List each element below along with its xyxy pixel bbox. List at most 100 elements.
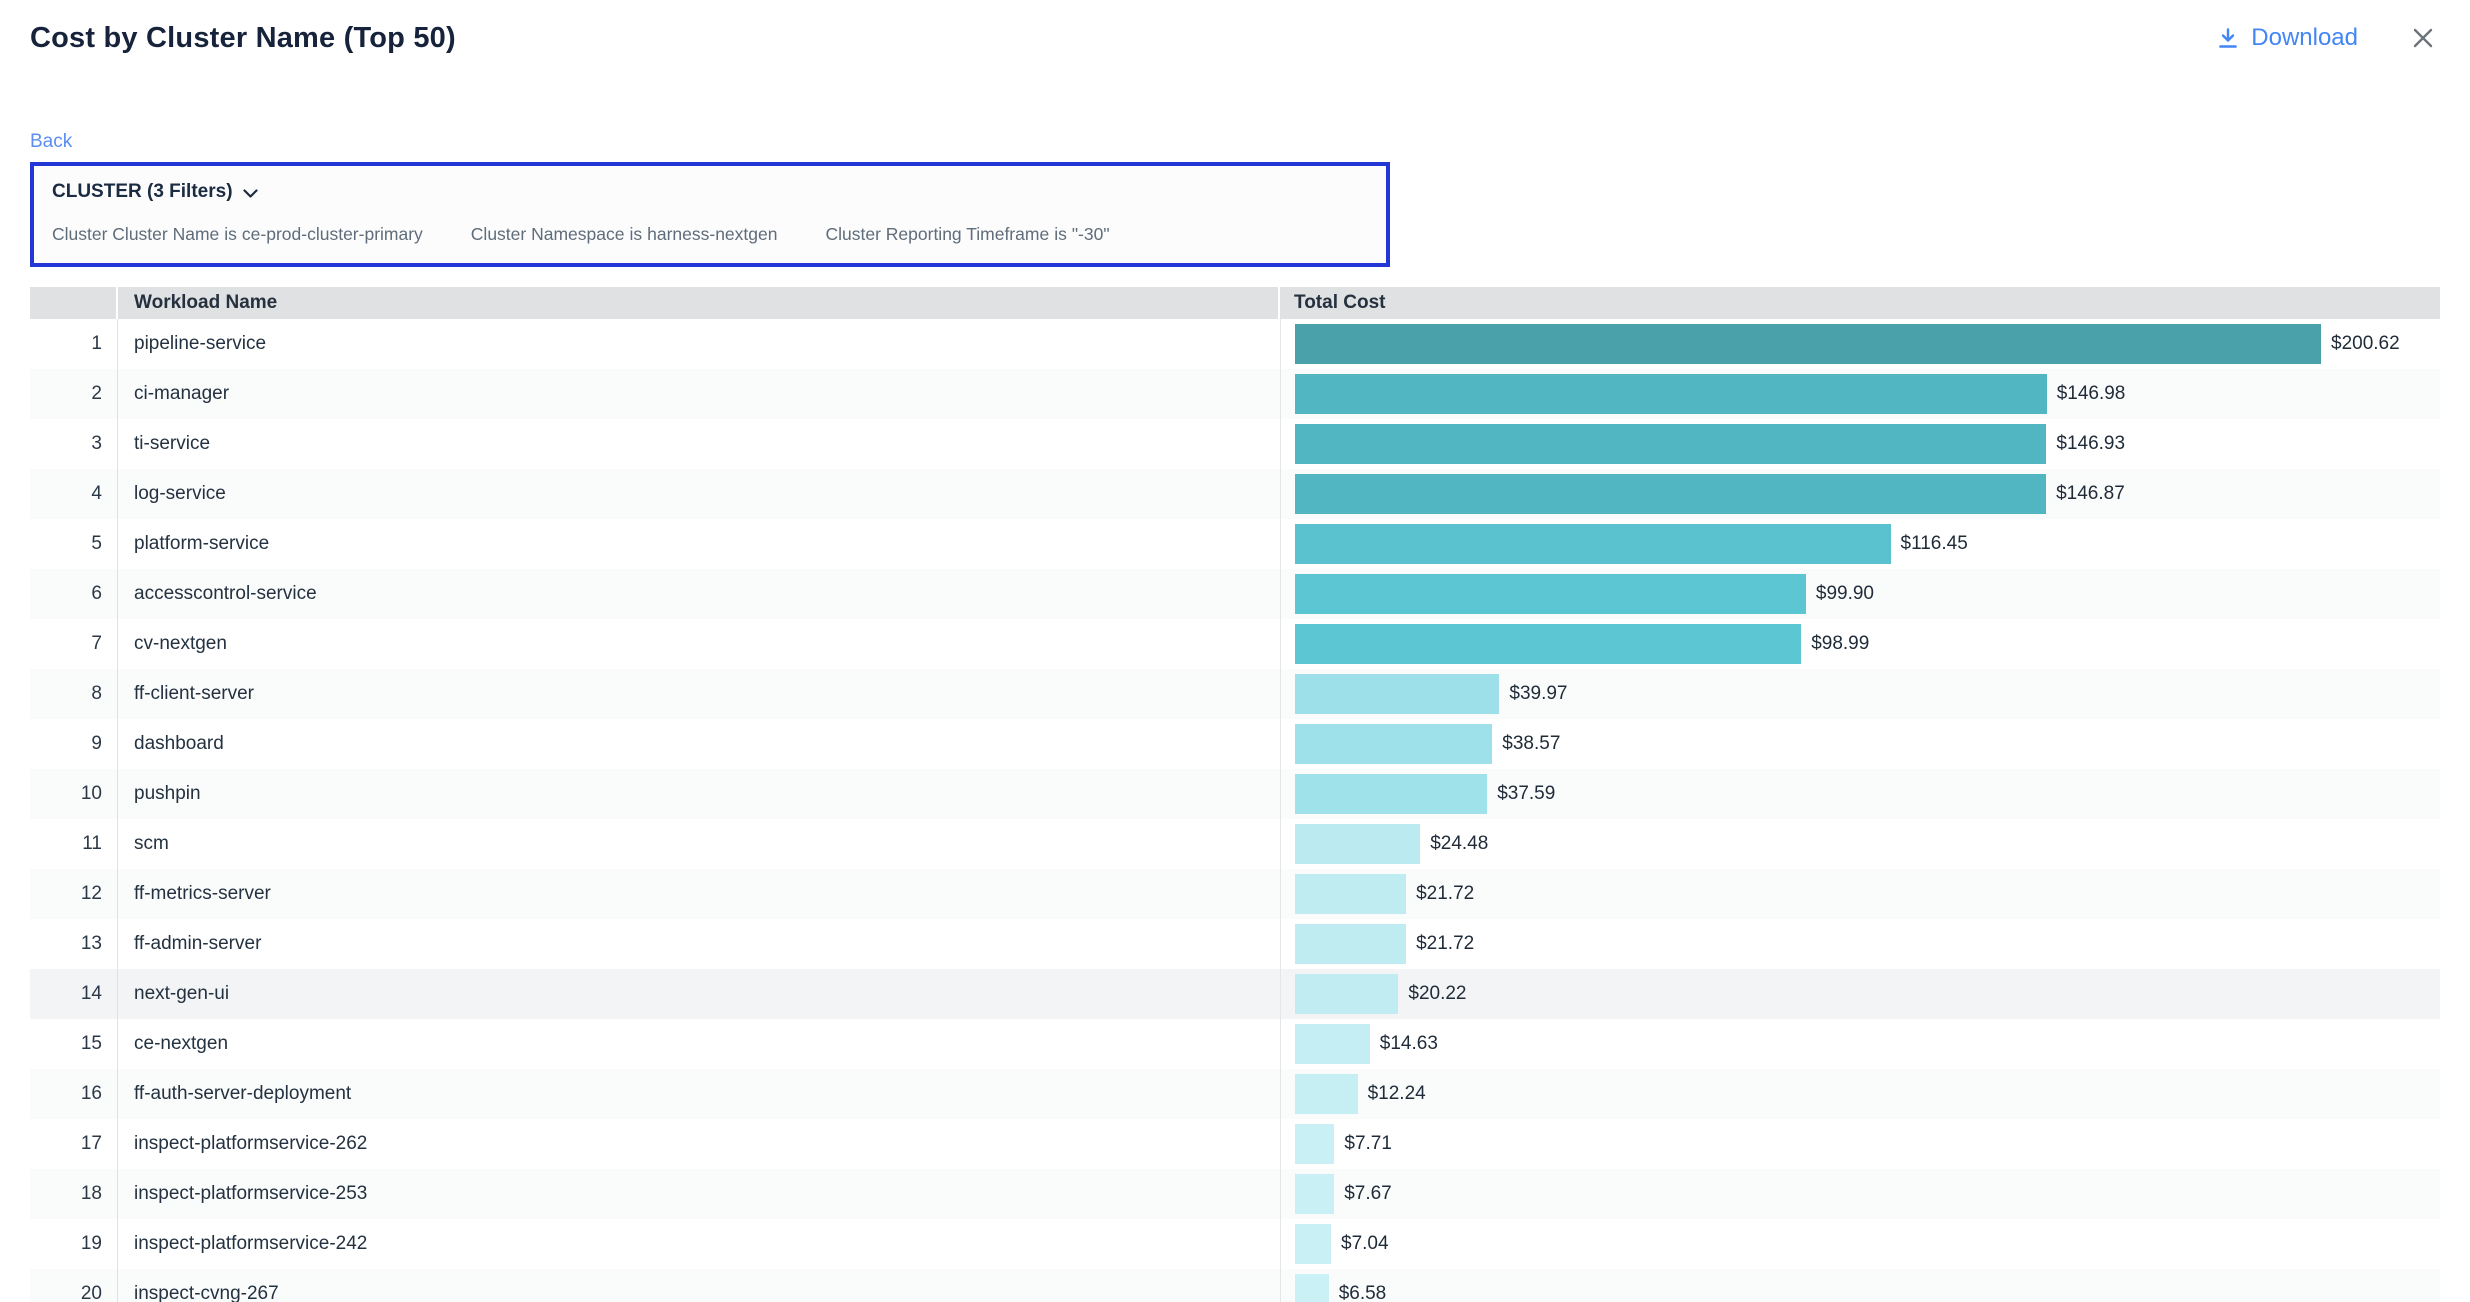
cost-table: Workload Name Total Cost 1pipeline-servi… (30, 287, 2440, 1302)
close-button[interactable] (2410, 25, 2436, 51)
cost-cell: $146.93 (1280, 419, 2440, 469)
cost-bar (1295, 1274, 1329, 1302)
header-actions: Download (2216, 22, 2436, 52)
cost-cell: $14.63 (1280, 1019, 2440, 1069)
cost-bar (1295, 1174, 1334, 1214)
cost-bar (1295, 324, 2321, 364)
table-row: 16ff-auth-server-deployment$12.24 (30, 1069, 2440, 1119)
cost-bar (1295, 874, 1406, 914)
cost-value: $116.45 (1901, 533, 1968, 555)
cost-cell: $99.90 (1280, 569, 2440, 619)
filter-value: ce-prod-cluster-primary (242, 224, 423, 244)
cost-value: $99.90 (1816, 583, 1874, 605)
row-rank: 5 (30, 519, 118, 569)
cost-value: $20.22 (1408, 983, 1466, 1005)
workload-name: ti-service (118, 419, 1280, 469)
cost-value: $98.99 (1811, 633, 1869, 655)
cost-bar (1295, 1074, 1358, 1114)
cost-cell: $24.48 (1280, 819, 2440, 869)
back-link[interactable]: Back (30, 131, 72, 153)
workload-name: pipeline-service (118, 319, 1280, 369)
cost-bar (1295, 524, 1891, 564)
workload-name: dashboard (118, 719, 1280, 769)
filter-operator: is (224, 224, 237, 244)
cluster-filter-dropdown[interactable]: CLUSTER (3 Filters) (52, 181, 1368, 203)
row-rank: 9 (30, 719, 118, 769)
table-row: 10pushpin$37.59 (30, 769, 2440, 819)
filter-value: "-30" (1072, 224, 1110, 244)
workload-name: ff-client-server (118, 669, 1280, 719)
filter-value: harness-nextgen (647, 224, 777, 244)
table-row: 20inspect-cvng-267$6.58 (30, 1269, 2440, 1302)
row-rank: 15 (30, 1019, 118, 1069)
cost-value: $146.98 (2057, 383, 2126, 405)
row-rank: 16 (30, 1069, 118, 1119)
cost-value: $21.72 (1416, 933, 1474, 955)
cost-cell: $98.99 (1280, 619, 2440, 669)
cost-bar (1295, 474, 2046, 514)
filter-condition: Cluster Cluster Nameisce-prod-cluster-pr… (52, 224, 423, 245)
cost-bar (1295, 1024, 1370, 1064)
table-row: 7cv-nextgen$98.99 (30, 619, 2440, 669)
table-row: 1pipeline-service$200.62 (30, 319, 2440, 369)
row-rank: 13 (30, 919, 118, 969)
cost-cell: $21.72 (1280, 869, 2440, 919)
total-cost-column-header: Total Cost (1280, 287, 2440, 319)
cost-value: $39.97 (1509, 683, 1567, 705)
table-row: 2ci-manager $146.98 (30, 369, 2440, 419)
cost-cell: $116.45 (1280, 519, 2440, 569)
workload-name: next-gen-ui (118, 969, 1280, 1019)
table-row: 17inspect-platformservice-262 $7.71 (30, 1119, 2440, 1169)
table-row: 9dashboard $38.57 (30, 719, 2440, 769)
cost-cell: $12.24 (1280, 1069, 2440, 1119)
workload-name: platform-service (118, 519, 1280, 569)
cost-value: $7.71 (1344, 1133, 1392, 1155)
table-row: 4log-service$146.87 (30, 469, 2440, 519)
download-button[interactable]: Download (2216, 24, 2358, 52)
row-rank: 20 (30, 1269, 118, 1302)
workload-name: ff-admin-server (118, 919, 1280, 969)
workload-name: pushpin (118, 769, 1280, 819)
cost-value: $38.57 (1502, 733, 1560, 755)
workload-name: ff-metrics-server (118, 869, 1280, 919)
cost-value: $14.63 (1380, 1033, 1438, 1055)
cost-value: $7.04 (1341, 1233, 1389, 1255)
workload-name: inspect-platformservice-262 (118, 1119, 1280, 1169)
cost-cell: $7.71 (1280, 1119, 2440, 1169)
row-rank: 4 (30, 469, 118, 519)
cost-cell: $21.72 (1280, 919, 2440, 969)
filter-field: Cluster Namespace (471, 224, 625, 244)
row-rank: 17 (30, 1119, 118, 1169)
cost-bar (1295, 624, 1801, 664)
row-rank: 2 (30, 369, 118, 419)
download-icon (2216, 26, 2240, 51)
filter-panel-title: CLUSTER (3 Filters) (52, 181, 233, 203)
filter-condition: Cluster Reporting Timeframeis"-30" (825, 224, 1109, 245)
cost-bar (1295, 974, 1398, 1014)
cost-cell: $37.59 (1280, 769, 2440, 819)
workload-name: log-service (118, 469, 1280, 519)
filter-panel: CLUSTER (3 Filters) Cluster Cluster Name… (30, 162, 1390, 267)
workload-name: ci-manager (118, 369, 1280, 419)
cost-value: $7.67 (1344, 1183, 1392, 1205)
cost-cell: $20.22 (1280, 969, 2440, 1019)
cost-value: $24.48 (1430, 833, 1488, 855)
row-rank: 12 (30, 869, 118, 919)
workload-name: scm (118, 819, 1280, 869)
cost-value: $200.62 (2331, 333, 2400, 355)
rank-column-header (30, 287, 118, 319)
table-header: Workload Name Total Cost (30, 287, 2440, 319)
table-row: 3ti-service$146.93 (30, 419, 2440, 469)
workload-name: inspect-platformservice-242 (118, 1219, 1280, 1269)
cost-bar (1295, 574, 1806, 614)
table-row: 19inspect-platformservice-242$7.04 (30, 1219, 2440, 1269)
cost-bar (1295, 674, 1499, 714)
workload-name: inspect-platformservice-253 (118, 1169, 1280, 1219)
cost-cell: $200.62 (1280, 319, 2440, 369)
cost-cell: $146.87 (1280, 469, 2440, 519)
filter-condition: Cluster Namespaceisharness-nextgen (471, 224, 778, 245)
table-row: 8ff-client-server$39.97 (30, 669, 2440, 719)
row-rank: 14 (30, 969, 118, 1019)
table-row: 14next-gen-ui $20.22 (30, 969, 2440, 1019)
cost-value: $37.59 (1497, 783, 1555, 805)
